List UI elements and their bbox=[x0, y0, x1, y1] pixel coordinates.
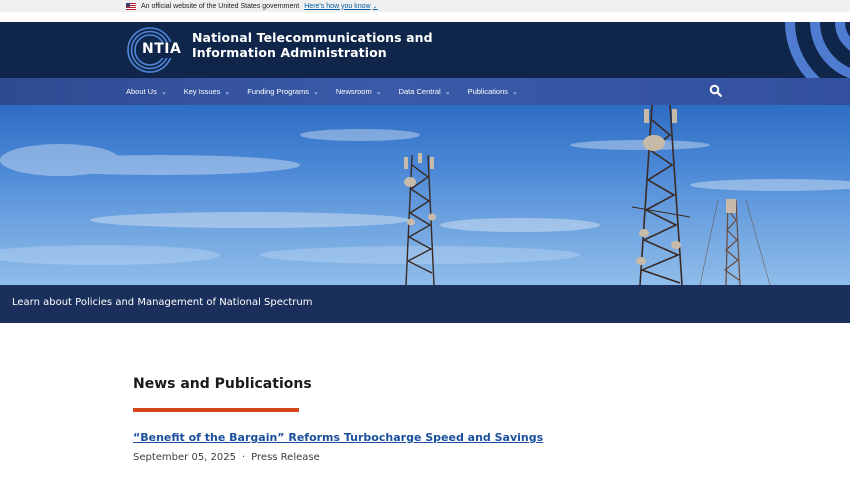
nav-item-label: Publications bbox=[467, 87, 509, 96]
decorative-arcs-icon bbox=[785, 22, 850, 78]
chevron-down-icon: ⌄ bbox=[444, 88, 451, 96]
article-type: Press Release bbox=[251, 452, 320, 463]
hero-image bbox=[0, 105, 850, 285]
nav-item-key-issues[interactable]: Key Issues ⌄ bbox=[184, 87, 231, 96]
article-title-link[interactable]: “Benefit of the Bargain” Reforms Turboch… bbox=[133, 431, 543, 444]
site-title-line2: Information Administration bbox=[192, 45, 387, 60]
chevron-down-icon: ⌄ bbox=[375, 88, 382, 96]
gov-banner: An official website of the United States… bbox=[0, 0, 850, 12]
gov-banner-text: An official website of the United States… bbox=[141, 2, 300, 10]
nav-item-about-us[interactable]: About Us ⌄ bbox=[126, 87, 167, 96]
us-flag-icon bbox=[126, 2, 136, 10]
main-nav: About Us ⌄ Key Issues ⌄ Funding Programs… bbox=[0, 78, 850, 105]
site-title[interactable]: National Telecommunications and Informat… bbox=[192, 30, 433, 60]
hero-caption: Learn about Policies and Management of N… bbox=[12, 297, 313, 308]
chevron-down-icon: ⌄ bbox=[160, 88, 167, 96]
cell-towers-image bbox=[0, 105, 850, 285]
hero-caption-bar[interactable]: Learn about Policies and Management of N… bbox=[0, 285, 850, 323]
chevron-down-icon: ⌄ bbox=[224, 88, 231, 96]
chevron-down-icon: ⌄ bbox=[372, 3, 378, 10]
chevron-down-icon: ⌄ bbox=[512, 88, 518, 96]
ntia-logo[interactable]: NTIA bbox=[126, 26, 182, 74]
nav-item-newsroom[interactable]: Newsroom ⌄ bbox=[336, 87, 382, 96]
site-title-line1: National Telecommunications and bbox=[192, 30, 433, 45]
heres-how-you-know-label: Here's how you know bbox=[304, 2, 371, 10]
nav-item-label: Key Issues bbox=[183, 87, 221, 96]
nav-item-funding-programs[interactable]: Funding Programs ⌄ bbox=[247, 87, 319, 96]
meta-separator: · bbox=[241, 452, 246, 463]
chevron-down-icon: ⌄ bbox=[313, 88, 319, 96]
nav-item-label: Data Central bbox=[398, 87, 441, 96]
nav-item-label: Newsroom bbox=[335, 87, 372, 96]
site-header: NTIA National Telecommunications and Inf… bbox=[0, 22, 850, 78]
search-icon[interactable] bbox=[709, 84, 722, 97]
section-divider bbox=[133, 408, 299, 412]
logo-text: NTIA bbox=[142, 41, 182, 57]
heres-how-you-know-link[interactable]: Here's how you know ⌄ bbox=[304, 3, 377, 10]
nav-item-label: About Us bbox=[126, 87, 157, 96]
nav-item-label: Funding Programs bbox=[247, 87, 309, 96]
nav-item-publications[interactable]: Publications ⌄ bbox=[468, 87, 518, 96]
article-meta: September 05, 2025 · Press Release bbox=[133, 452, 320, 463]
nav-item-data-central[interactable]: Data Central ⌄ bbox=[399, 87, 451, 96]
article-date: September 05, 2025 bbox=[133, 452, 236, 463]
news-section-title: News and Publications bbox=[133, 376, 312, 392]
